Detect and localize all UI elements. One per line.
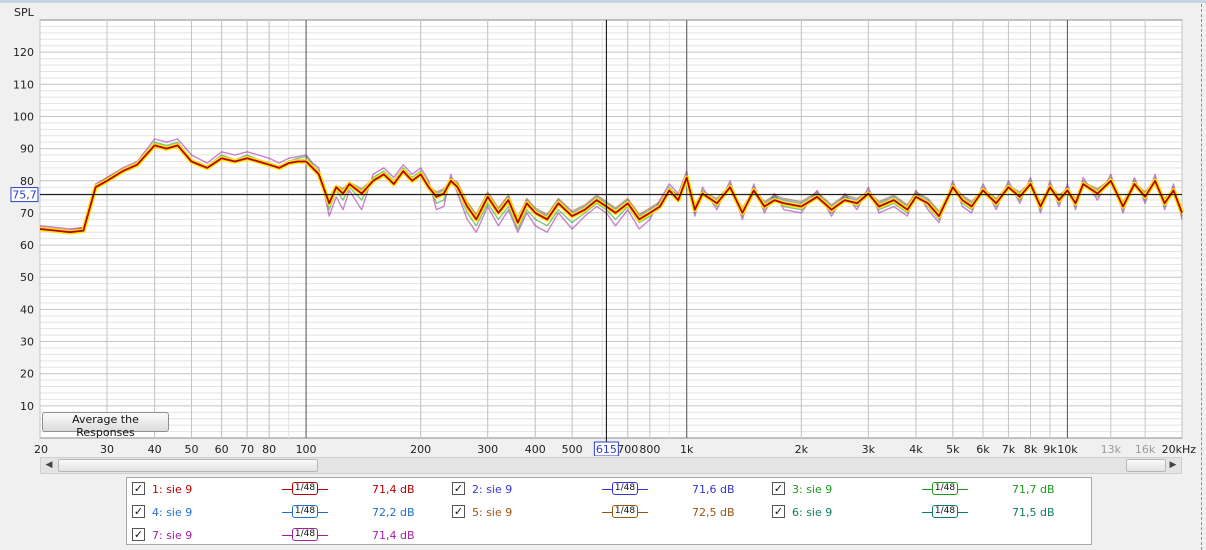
y-tick-label: 10 [20,400,34,413]
x-tick-label: 30 [100,443,114,456]
x-tick-label: 4k [909,443,923,456]
smoothing-value: 1/48 [612,482,638,495]
x-tick-label: 5k [946,443,960,456]
smoothing-value: 1/48 [292,505,318,518]
series-label: 4: sie 9 [152,506,193,519]
series-label: 2: sie 9 [472,483,513,496]
series-visibility-checkbox[interactable]: ✓ [772,482,785,495]
x-tick-label: 80 [262,443,276,456]
window-top-border [0,0,1206,3]
legend-item: ✓ 3: sie 9 1/48 71,7 dB [772,481,1087,499]
x-tick-label: 3k [862,443,876,456]
x-tick-label: 2k [795,443,809,456]
smoothing-indicator[interactable]: 1/48 [282,482,328,496]
legend-item: ✓ 5: sie 9 1/48 72,5 dB [452,504,767,522]
y-tick-label: 120 [13,46,34,59]
x-tick-label: 70 [240,443,254,456]
scrollbar-thumb-end[interactable] [1126,459,1166,472]
series-level: 71,5 dB [1012,506,1055,519]
x-tick-label: 20 [34,443,48,456]
series-visibility-checkbox[interactable]: ✓ [452,505,465,518]
series-level: 71,4 dB [372,483,415,496]
smoothing-value: 1/48 [292,482,318,495]
y-tick-label: 40 [20,303,34,316]
x-tick-label: 10k [1057,443,1078,456]
smoothing-value: 1/48 [932,482,958,495]
x-tick-label: 700 [617,443,638,456]
horizontal-scrollbar[interactable]: ◀ ▶ [40,457,1182,474]
x-tick-label: 7k [1002,443,1016,456]
y-tick-label: 20 [20,368,34,381]
x-tick-label: 1k [680,443,694,456]
series-visibility-checkbox[interactable]: ✓ [132,528,145,541]
series-label: 7: sie 9 [152,529,193,542]
scroll-left-icon[interactable]: ◀ [41,458,57,473]
smoothing-indicator[interactable]: 1/48 [282,505,328,519]
y-tick-label: 100 [13,110,34,123]
scroll-right-icon[interactable]: ▶ [1165,458,1181,473]
x-tick-label: 100 [296,443,317,456]
series-level: 72,2 dB [372,506,415,519]
x-tick-label: 400 [525,443,546,456]
series-label: 6: sie 9 [792,506,833,519]
legend-item: ✓ 4: sie 9 1/48 72,2 dB [132,504,447,522]
y-tick-label: 60 [20,239,34,252]
smoothing-indicator[interactable]: 1/48 [282,528,328,542]
y-tick-label: 80 [20,175,34,188]
series-visibility-checkbox[interactable]: ✓ [132,505,145,518]
x-tick-label: 800 [639,443,660,456]
smoothing-value: 1/48 [612,505,638,518]
x-tick-label: 40 [148,443,162,456]
series-label: 1: sie 9 [152,483,193,496]
series-level: 71,7 dB [1012,483,1055,496]
legend-item: ✓ 7: sie 9 1/48 71,4 dB [132,527,447,545]
x-tick-label: 50 [184,443,198,456]
cursor-y-readout: 75,7 [12,189,37,202]
smoothing-value: 1/48 [932,505,958,518]
y-axis-label: SPL [14,6,35,19]
smoothing-indicator[interactable]: 1/48 [602,482,648,496]
x-tick-label: 20kHz [1162,443,1197,456]
x-tick-label: 500 [562,443,583,456]
y-tick-label: 30 [20,336,34,349]
cursor-x-readout: 615 [596,443,617,456]
series-label: 3: sie 9 [792,483,833,496]
smoothing-indicator[interactable]: 1/48 [922,505,968,519]
x-tick-label: 13k [1101,443,1122,456]
smoothing-value: 1/48 [292,528,318,541]
series-visibility-checkbox[interactable]: ✓ [132,482,145,495]
smoothing-indicator[interactable]: 1/48 [602,505,648,519]
x-tick-label: 300 [477,443,498,456]
x-tick-label: 200 [410,443,431,456]
series-visibility-checkbox[interactable]: ✓ [772,505,785,518]
series-label: 5: sie 9 [472,506,513,519]
spl-graph[interactable]: SPL 10 20 30 40 50 60 70 80 90 100 110 120 20 30 40 50… [0,4,1206,456]
legend-item: ✓ 6: sie 9 1/48 71,5 dB [772,504,1087,522]
x-tick-label: 6k [976,443,990,456]
y-tick-label: 70 [20,207,34,220]
series-level: 71,6 dB [692,483,735,496]
legend-item: ✓ 2: sie 9 1/48 71,6 dB [452,481,767,499]
x-tick-label: 8k [1024,443,1038,456]
scrollbar-thumb[interactable] [58,459,318,472]
series-visibility-checkbox[interactable]: ✓ [452,482,465,495]
average-responses-button[interactable]: Average the Responses [42,412,169,439]
x-tick-label: 60 [215,443,229,456]
plot-area[interactable] [39,19,1183,439]
x-tick-label: 9k [1043,443,1057,456]
y-tick-labels: 10 20 30 40 50 60 70 80 90 100 110 120 [13,46,34,413]
measurement-legend: ✓ 1: sie 9 1/48 71,4 dB ✓ 2: sie 9 1/48 71,6 dB… [126,477,1092,545]
series-level: 71,4 dB [372,529,415,542]
series-level: 72,5 dB [692,506,735,519]
x-tick-label: 16k [1135,443,1156,456]
smoothing-indicator[interactable]: 1/48 [922,482,968,496]
y-tick-label: 50 [20,271,34,284]
legend-item: ✓ 1: sie 9 1/48 71,4 dB [132,481,447,499]
y-tick-label: 110 [13,78,34,91]
y-tick-label: 90 [20,143,34,156]
